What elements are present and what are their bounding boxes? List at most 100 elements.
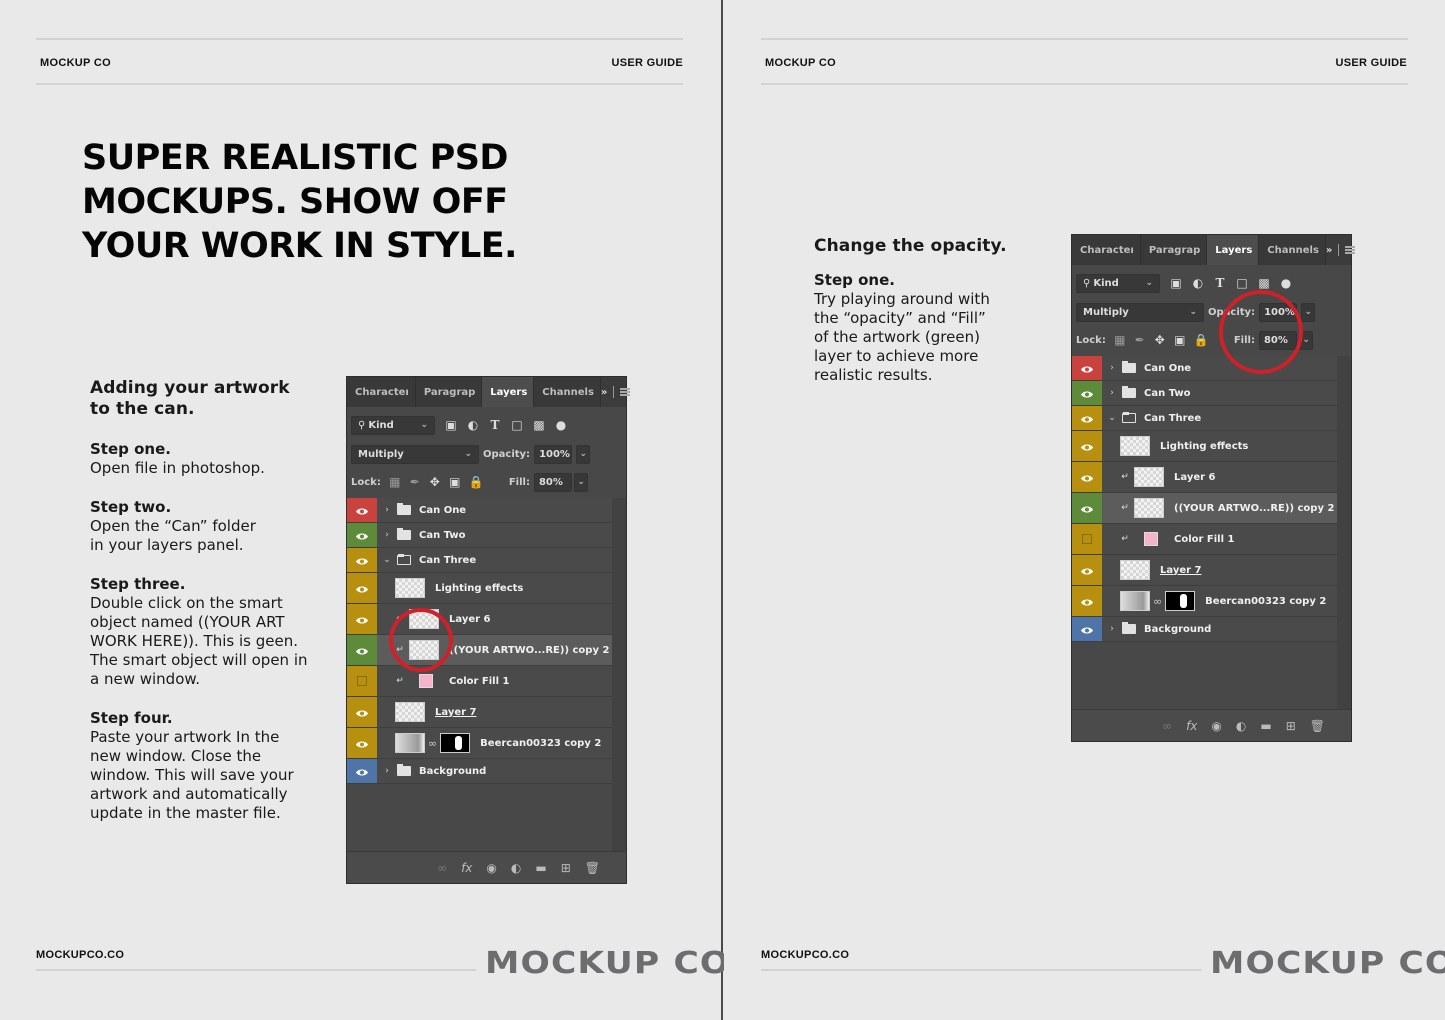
layer-row[interactable]: Layer 7 (347, 697, 613, 728)
eye-icon[interactable] (1080, 561, 1094, 580)
layer-row[interactable]: Lighting effects (347, 573, 613, 604)
eye-icon[interactable] (355, 641, 369, 660)
trash-icon[interactable]: 🗑 (585, 861, 600, 875)
eye-icon[interactable] (355, 526, 369, 545)
footer-url[interactable]: MOCKUPCO.CO (36, 949, 124, 961)
lock-all-icon[interactable]: 🔒 (469, 476, 484, 488)
link-icon[interactable]: ∞ (437, 861, 447, 875)
layer-visibility[interactable] (347, 728, 377, 758)
eye-icon[interactable] (1080, 437, 1094, 456)
tab-layers[interactable]: Layers (482, 377, 535, 407)
eye-icon[interactable] (355, 762, 369, 781)
tab-channels[interactable]: Channels (534, 377, 601, 407)
visibility-off-box[interactable] (357, 676, 367, 686)
layer-row[interactable]: ↵ Color Fill 1 (347, 666, 613, 697)
layer-visibility[interactable] (347, 523, 377, 547)
opacity-dropdown[interactable]: ⌄ (576, 444, 591, 464)
adjustment-icon[interactable]: ◐ (1236, 719, 1246, 733)
layer-row[interactable]: ∞ Beercan00323 copy 2 (1072, 586, 1338, 617)
eye-icon[interactable] (1080, 384, 1094, 403)
footer-url[interactable]: MOCKUPCO.CO (761, 949, 849, 961)
eye-icon[interactable] (355, 501, 369, 520)
fx-icon[interactable]: fx (461, 861, 472, 875)
fx-icon[interactable]: fx (1186, 719, 1197, 733)
layer-visibility[interactable] (1072, 586, 1102, 616)
layer-visibility[interactable] (1072, 617, 1102, 641)
eye-icon[interactable] (355, 551, 369, 570)
panel-menu-icon[interactable] (1345, 246, 1356, 254)
image-filter-icon[interactable]: ▣ (445, 419, 457, 431)
panel-overflow-icon[interactable]: » (601, 387, 607, 398)
link-icon[interactable]: ∞ (1162, 719, 1172, 733)
tab-characte[interactable]: Characteı (1072, 235, 1141, 265)
fill-input[interactable]: 80% (533, 472, 572, 492)
eye-icon[interactable] (1080, 620, 1094, 639)
layer-visibility[interactable] (1072, 356, 1102, 380)
adjustment-filter-icon[interactable]: ◐ (467, 419, 479, 431)
lock-artboard-icon[interactable]: ▣ (449, 476, 461, 488)
eye-icon[interactable] (1080, 499, 1094, 518)
eye-icon[interactable] (355, 703, 369, 722)
link-icon[interactable]: ∞ (428, 737, 437, 750)
blend-mode-select[interactable]: Multiply ⌄ (1076, 302, 1204, 322)
layer-row[interactable]: ⌄ Can Three (347, 548, 613, 573)
layer-row[interactable]: › Can Two (347, 523, 613, 548)
image-filter-icon[interactable]: ▣ (1170, 277, 1182, 289)
layer-row[interactable]: › Background (347, 759, 613, 784)
filter-kind-select[interactable]: ⚲ Kind ⌄ (1076, 273, 1160, 293)
chevron-right-icon[interactable]: › (381, 530, 393, 540)
visibility-off-box[interactable] (1082, 534, 1092, 544)
layer-visibility[interactable] (347, 604, 377, 634)
fill-dropdown[interactable]: ⌄ (573, 472, 588, 492)
layer-row[interactable]: Layer 7 (1072, 555, 1338, 586)
mask-icon[interactable]: ◉ (486, 861, 496, 875)
layer-row[interactable]: ↵ Layer 6 (1072, 462, 1338, 493)
layer-visibility[interactable] (1072, 381, 1102, 405)
layer-visibility[interactable] (347, 666, 377, 696)
layers-scrollbar[interactable] (1337, 356, 1351, 709)
layer-row[interactable]: ↵ ((YOUR ARTWO...RE)) copy 2 (1072, 493, 1338, 524)
tab-channels[interactable]: Channels (1259, 235, 1326, 265)
layer-visibility[interactable] (347, 697, 377, 727)
layer-visibility[interactable] (347, 498, 377, 522)
layer-row[interactable]: › Can One (347, 498, 613, 523)
chevron-right-icon[interactable]: › (1106, 624, 1118, 634)
shape-filter-icon[interactable]: □ (511, 419, 523, 431)
adjustment-icon[interactable]: ◐ (511, 861, 521, 875)
new-group-icon[interactable]: ▬ (535, 861, 546, 875)
opacity-dropdown[interactable]: ⌄ (1301, 302, 1316, 322)
blend-mode-select[interactable]: Multiply ⌄ (351, 444, 479, 464)
layer-visibility[interactable] (1072, 406, 1102, 430)
layer-row[interactable]: ↵ Layer 6 (347, 604, 613, 635)
mask-icon[interactable]: ◉ (1211, 719, 1221, 733)
lock-position-icon[interactable]: ✥ (429, 476, 441, 488)
layer-visibility[interactable] (1072, 493, 1102, 523)
tab-paragrap[interactable]: Paragrap (415, 377, 483, 407)
adjustment-filter-icon[interactable]: ◐ (1192, 277, 1204, 289)
chevron-right-icon[interactable]: › (1106, 388, 1118, 398)
lock-pixels-icon[interactable]: ✒ (1134, 334, 1146, 346)
lock-transparency-icon[interactable]: ▦ (389, 476, 401, 488)
lock-pixels-icon[interactable]: ✒ (409, 476, 421, 488)
opacity-input[interactable]: 100% (534, 444, 573, 464)
layer-row[interactable]: › Background (1072, 617, 1338, 642)
tab-layers[interactable]: Layers (1207, 235, 1260, 265)
eye-icon[interactable] (1080, 359, 1094, 378)
eye-icon[interactable] (1080, 592, 1094, 611)
new-layer-icon[interactable]: ⊞ (1286, 719, 1296, 733)
new-layer-icon[interactable]: ⊞ (561, 861, 571, 875)
smart-object-filter-icon[interactable]: ▩ (533, 419, 545, 431)
chevron-right-icon[interactable]: › (1106, 363, 1118, 373)
new-group-icon[interactable]: ▬ (1260, 719, 1271, 733)
panel-overflow-icon[interactable]: » (1326, 245, 1332, 256)
eye-icon[interactable] (1080, 409, 1094, 428)
link-icon[interactable]: ∞ (1153, 595, 1162, 608)
filter-toggle-icon[interactable]: ● (555, 419, 567, 431)
lock-position-icon[interactable]: ✥ (1154, 334, 1166, 346)
lock-artboard-icon[interactable]: ▣ (1174, 334, 1186, 346)
layer-row[interactable]: ⌄ Can Three (1072, 406, 1338, 431)
lock-all-icon[interactable]: 🔒 (1194, 334, 1209, 346)
tab-characte[interactable]: Characteı (347, 377, 416, 407)
eye-icon[interactable] (355, 610, 369, 629)
type-filter-icon[interactable]: T (1214, 277, 1226, 289)
